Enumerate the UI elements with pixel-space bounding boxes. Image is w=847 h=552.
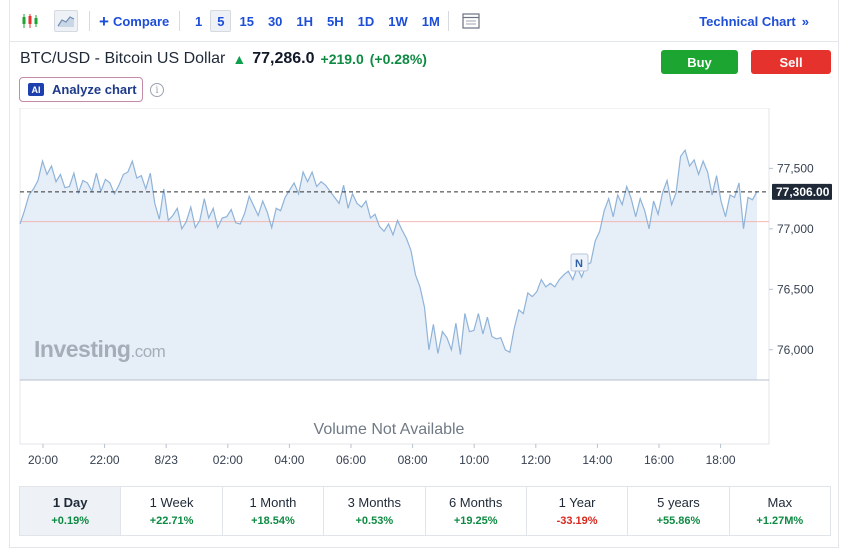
period-label: 1 Month xyxy=(249,495,297,510)
x-tick-label: 10:00 xyxy=(459,453,489,467)
y-tick-label: 77,000 xyxy=(777,222,814,236)
x-tick-label: 18:00 xyxy=(706,453,736,467)
instrument-header: BTC/USD - Bitcoin US Dollar ▲ 77,286.0 +… xyxy=(20,48,427,70)
chart-toolbar: + Compare 1 5 15 30 1H 5H 1D 1W 1M Technical Cha… xyxy=(9,0,839,42)
interval-30[interactable]: 30 xyxy=(262,10,288,32)
period-1-day[interactable]: 1 Day +0.19% xyxy=(20,487,122,535)
period-performance-bar: 1 Day +0.19% 1 Week +22.71% 1 Month +18.54% 3 … xyxy=(19,486,831,536)
period-change: +18.54% xyxy=(251,515,295,527)
period-1-month[interactable]: 1 Month +18.54% xyxy=(223,487,325,535)
period-6-months[interactable]: 6 Months +19.25% xyxy=(426,487,527,535)
x-tick-label: 16:00 xyxy=(644,453,674,467)
watermark-brand: Investing xyxy=(34,336,131,362)
interval-15[interactable]: 15 xyxy=(233,10,259,32)
x-tick-label: 14:00 xyxy=(582,453,612,467)
interval-5h[interactable]: 5H xyxy=(321,10,350,32)
compare-button[interactable]: + Compare xyxy=(99,10,169,32)
y-tick-label: 76,000 xyxy=(777,343,814,357)
period-3-months[interactable]: 3 Months +0.53% xyxy=(324,487,426,535)
current-price-label: 77,306.00 xyxy=(776,185,830,199)
sell-button[interactable]: Sell xyxy=(751,50,831,74)
x-tick-label: 08:00 xyxy=(398,453,428,467)
ai-icon: AI xyxy=(28,83,44,96)
toolbar-divider xyxy=(448,11,449,31)
y-tick-label: 77,500 xyxy=(777,161,814,175)
buy-button[interactable]: Buy xyxy=(661,50,738,74)
arrow-up-icon: ▲ xyxy=(232,51,247,67)
period-change: -33.19% xyxy=(556,515,598,527)
price-change-percent: (+0.28%) xyxy=(369,51,427,67)
investing-watermark-logo: Investing.com xyxy=(34,336,166,363)
interval-1w[interactable]: 1W xyxy=(382,10,414,32)
compare-label: Compare xyxy=(112,13,170,29)
interval-1d[interactable]: 1D xyxy=(352,10,381,32)
period-label: 1 Week xyxy=(149,495,194,510)
area-chart-icon[interactable] xyxy=(54,10,78,32)
period-change: +0.19% xyxy=(51,515,89,527)
period-change: +1.27M% xyxy=(756,515,804,527)
analyze-chart-button[interactable]: AI Analyze chart xyxy=(19,77,143,102)
interval-selector: 1 5 15 30 1H 5H 1D 1W 1M xyxy=(189,10,448,32)
price-change: +219.0 xyxy=(320,51,364,67)
last-price: 77,286.0 xyxy=(252,50,315,67)
watermark-suffix: .com xyxy=(130,342,166,361)
period-change: +0.53% xyxy=(355,515,394,527)
volume-not-available: Volume Not Available xyxy=(313,421,465,438)
period-1-week[interactable]: 1 Week +22.71% xyxy=(121,487,223,535)
x-tick-label: 04:00 xyxy=(274,453,304,467)
technical-chart-label: Technical Chart xyxy=(699,14,796,29)
price-chart[interactable]: 77,500 77,000 76,500 76,000 77,306.00 20:00 22… xyxy=(9,108,839,480)
news-marker-label: N xyxy=(575,258,583,270)
period-label: 1 Year xyxy=(558,495,596,510)
x-tick-label: 06:00 xyxy=(336,453,366,467)
info-icon[interactable]: i xyxy=(150,83,164,97)
analyze-chart-label: Analyze chart xyxy=(52,82,137,97)
period-change: +22.71% xyxy=(149,515,194,527)
interval-1[interactable]: 1 xyxy=(189,10,208,32)
y-tick-label: 76,500 xyxy=(777,282,814,296)
x-tick-label: 12:00 xyxy=(521,453,551,467)
period-label: Max xyxy=(767,495,793,510)
chevron-right-icon: » xyxy=(801,14,809,29)
toolbar-divider xyxy=(89,11,90,31)
x-tick-label: 20:00 xyxy=(28,453,58,467)
period-max[interactable]: Max +1.27M% xyxy=(730,487,830,535)
period-5-years[interactable]: 5 years +55.86% xyxy=(628,487,730,535)
period-label: 5 years xyxy=(657,495,700,510)
period-change: +55.86% xyxy=(656,515,701,527)
period-label: 6 Months xyxy=(448,495,503,510)
candlestick-icon[interactable] xyxy=(19,10,41,32)
calendar-icon[interactable] xyxy=(460,10,482,32)
toolbar-divider xyxy=(179,11,180,31)
interval-1h[interactable]: 1H xyxy=(290,10,319,32)
technical-chart-link[interactable]: Technical Chart » xyxy=(699,14,809,29)
asset-name: BTC/USD - Bitcoin US Dollar xyxy=(20,50,226,67)
period-change: +19.25% xyxy=(453,515,498,527)
x-tick-label: 8/23 xyxy=(155,453,179,467)
period-1-year[interactable]: 1 Year -33.19% xyxy=(527,487,629,535)
plus-icon: + xyxy=(99,11,109,31)
x-tick-label: 02:00 xyxy=(213,453,243,467)
interval-5[interactable]: 5 xyxy=(210,10,232,32)
period-label: 3 Months xyxy=(347,495,402,510)
interval-1m[interactable]: 1M xyxy=(416,10,446,32)
x-tick-label: 22:00 xyxy=(90,453,120,467)
period-label: 1 Day xyxy=(52,495,88,510)
